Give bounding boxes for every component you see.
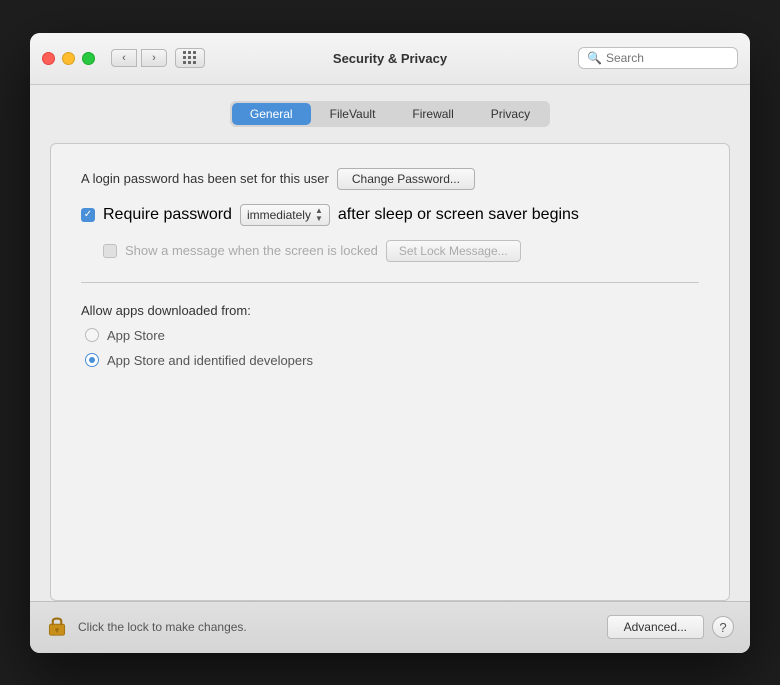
- radio-app-store-label: App Store: [107, 328, 165, 343]
- radio-app-store-identified-option[interactable]: App Store and identified developers: [81, 353, 699, 368]
- main-panel: A login password has been set for this u…: [50, 143, 730, 601]
- search-icon: 🔍: [587, 51, 602, 65]
- lock-icon-wrap: [46, 614, 68, 641]
- tab-general[interactable]: General: [232, 103, 311, 125]
- require-password-row: ✓ Require password immediately ▲ ▼ after…: [81, 204, 699, 226]
- tab-privacy[interactable]: Privacy: [473, 103, 548, 125]
- dropdown-arrows-icon: ▲ ▼: [315, 207, 323, 223]
- grid-icon: [183, 51, 197, 65]
- fullscreen-button[interactable]: [82, 52, 95, 65]
- tab-filevault[interactable]: FileVault: [312, 103, 394, 125]
- search-input[interactable]: [606, 51, 729, 65]
- radio-app-store-option[interactable]: App Store: [81, 328, 699, 343]
- radio-app-store-button[interactable]: [85, 328, 99, 342]
- forward-button[interactable]: ›: [141, 49, 167, 67]
- nav-buttons: ‹ ›: [111, 49, 167, 67]
- back-button[interactable]: ‹: [111, 49, 137, 67]
- minimize-button[interactable]: [62, 52, 75, 65]
- tabs-container: General FileVault Firewall Privacy: [230, 101, 550, 127]
- after-sleep-text: after sleep or screen saver begins: [338, 206, 579, 224]
- search-box[interactable]: 🔍: [578, 47, 738, 69]
- require-password-label: Require password: [103, 206, 232, 224]
- checkmark-icon: ✓: [84, 210, 92, 220]
- set-lock-message-button: Set Lock Message...: [386, 240, 521, 262]
- password-timing-value: immediately: [247, 208, 311, 222]
- login-password-row: A login password has been set for this u…: [81, 168, 699, 190]
- show-message-checkbox[interactable]: [103, 244, 117, 258]
- bottom-bar: Click the lock to make changes. Advanced…: [30, 601, 750, 653]
- password-timing-dropdown[interactable]: immediately ▲ ▼: [240, 204, 330, 226]
- titlebar: ‹ › Security & Privacy 🔍: [30, 33, 750, 85]
- traffic-lights: [42, 52, 95, 65]
- advanced-button[interactable]: Advanced...: [607, 615, 704, 639]
- radio-selected-dot: [89, 357, 95, 363]
- show-message-label: Show a message when the screen is locked: [125, 243, 378, 258]
- allow-apps-label: Allow apps downloaded from:: [81, 303, 699, 318]
- close-button[interactable]: [42, 52, 55, 65]
- window-title: Security & Privacy: [333, 51, 447, 66]
- allow-apps-section: Allow apps downloaded from: App Store Ap…: [81, 303, 699, 368]
- section-divider: [81, 282, 699, 283]
- require-password-checkbox[interactable]: ✓: [81, 208, 95, 222]
- lock-icon: [46, 614, 68, 636]
- content-area: General FileVault Firewall Privacy A log…: [30, 85, 750, 601]
- show-message-row: Show a message when the screen is locked…: [81, 240, 699, 262]
- click-lock-text: Click the lock to make changes.: [78, 620, 607, 634]
- tabs-row: General FileVault Firewall Privacy: [50, 101, 730, 127]
- radio-app-store-identified-button[interactable]: [85, 353, 99, 367]
- change-password-button[interactable]: Change Password...: [337, 168, 475, 190]
- login-password-text: A login password has been set for this u…: [81, 171, 329, 186]
- radio-app-store-identified-label: App Store and identified developers: [107, 353, 313, 368]
- grid-view-button[interactable]: [175, 48, 205, 68]
- tab-firewall[interactable]: Firewall: [394, 103, 471, 125]
- help-button[interactable]: ?: [712, 616, 734, 638]
- main-window: ‹ › Security & Privacy 🔍 General FileVau…: [30, 33, 750, 653]
